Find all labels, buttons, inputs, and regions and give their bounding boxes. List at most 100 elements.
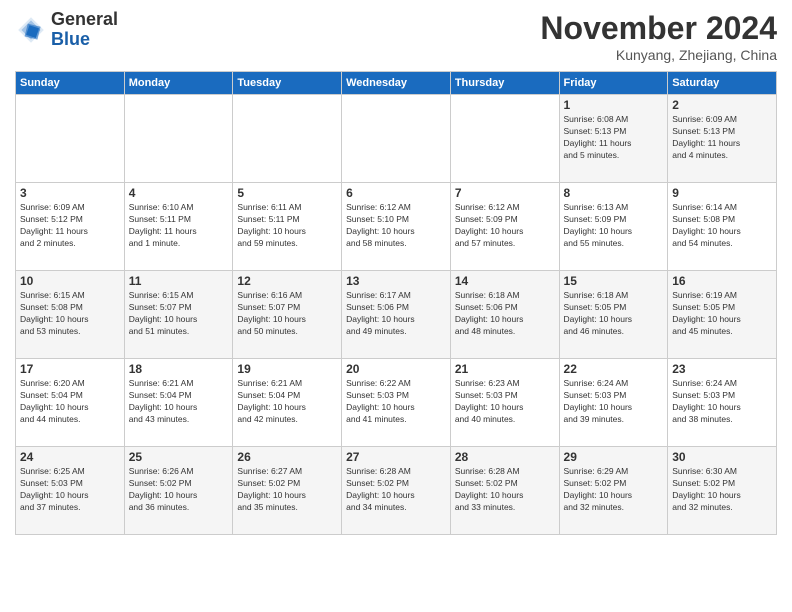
day-number: 10: [20, 274, 120, 288]
day-info: Sunrise: 6:25 AM Sunset: 5:03 PM Dayligh…: [20, 466, 120, 514]
calendar-cell: 24 Sunrise: 6:25 AM Sunset: 5:03 PM Dayli…: [16, 447, 125, 535]
day-info: Sunrise: 6:10 AM Sunset: 5:11 PM Dayligh…: [129, 202, 229, 250]
calendar-week-4: 17Sunrise: 6:20 AM Sunset: 5:04 PM Dayli…: [16, 359, 777, 447]
calendar-cell: 10 Sunrise: 6:15 AM Sunset: 5:08 PM Dayli…: [16, 271, 125, 359]
weekday-header-thursday: Thursday: [450, 72, 559, 95]
logo: General Blue: [15, 10, 118, 50]
day-number: 19: [237, 362, 337, 376]
day-number: 18: [129, 362, 229, 376]
calendar-cell: 25 Sunrise: 6:26 AM Sunset: 5:02 PM Dayli…: [124, 447, 233, 535]
day-number: 23: [672, 362, 772, 376]
day-info: Sunrise: 6:15 AM Sunset: 5:08 PM Dayligh…: [20, 290, 120, 338]
day-info: Sunrise: 6:19 AM Sunset: 5:05 PM Dayligh…: [672, 290, 772, 338]
calendar-cell: 22 Sunrise: 6:24 AM Sunset: 5:03 PM Dayli…: [559, 359, 668, 447]
day-number: 1: [564, 98, 664, 112]
day-info: Sunrise: 6:12 AM Sunset: 5:09 PM Dayligh…: [455, 202, 555, 250]
calendar-cell: [124, 95, 233, 183]
day-info: Sunrise: 6:24 AM Sunset: 5:03 PM Dayligh…: [564, 378, 664, 426]
calendar-cell: 23 Sunrise: 6:24 AM Sunset: 5:03 PM Dayli…: [668, 359, 777, 447]
day-number: 5: [237, 186, 337, 200]
calendar-cell: 17Sunrise: 6:20 AM Sunset: 5:04 PM Dayli…: [16, 359, 125, 447]
weekday-header-row: SundayMondayTuesdayWednesdayThursdayFrid…: [16, 72, 777, 95]
calendar-table: SundayMondayTuesdayWednesdayThursdayFrid…: [15, 71, 777, 535]
location: Kunyang, Zhejiang, China: [540, 47, 777, 63]
day-number: 15: [564, 274, 664, 288]
calendar-cell: 11 Sunrise: 6:15 AM Sunset: 5:07 PM Dayli…: [124, 271, 233, 359]
logo-icon: [15, 14, 47, 46]
day-info: Sunrise: 6:21 AM Sunset: 5:04 PM Dayligh…: [129, 378, 229, 426]
calendar-cell: 3 Sunrise: 6:09 AM Sunset: 5:12 PM Daylig…: [16, 183, 125, 271]
day-info: Sunrise: 6:26 AM Sunset: 5:02 PM Dayligh…: [129, 466, 229, 514]
calendar-cell: 13 Sunrise: 6:17 AM Sunset: 5:06 PM Dayli…: [342, 271, 451, 359]
day-number: 21: [455, 362, 555, 376]
calendar-cell: 27Sunrise: 6:28 AM Sunset: 5:02 PM Dayli…: [342, 447, 451, 535]
day-info: Sunrise: 6:22 AM Sunset: 5:03 PM Dayligh…: [346, 378, 446, 426]
calendar-cell: 6 Sunrise: 6:12 AM Sunset: 5:10 PM Daylig…: [342, 183, 451, 271]
day-info: Sunrise: 6:17 AM Sunset: 5:06 PM Dayligh…: [346, 290, 446, 338]
day-number: 11: [129, 274, 229, 288]
calendar-cell: 2 Sunrise: 6:09 AM Sunset: 5:13 PM Daylig…: [668, 95, 777, 183]
weekday-header-tuesday: Tuesday: [233, 72, 342, 95]
calendar-cell: 18 Sunrise: 6:21 AM Sunset: 5:04 PM Dayli…: [124, 359, 233, 447]
weekday-header-wednesday: Wednesday: [342, 72, 451, 95]
calendar-cell: 9Sunrise: 6:14 AM Sunset: 5:08 PM Daylig…: [668, 183, 777, 271]
calendar-cell: 5 Sunrise: 6:11 AM Sunset: 5:11 PM Daylig…: [233, 183, 342, 271]
day-info: Sunrise: 6:27 AM Sunset: 5:02 PM Dayligh…: [237, 466, 337, 514]
day-info: Sunrise: 6:08 AM Sunset: 5:13 PM Dayligh…: [564, 114, 664, 162]
day-info: Sunrise: 6:28 AM Sunset: 5:02 PM Dayligh…: [346, 466, 446, 514]
calendar-cell: 16Sunrise: 6:19 AM Sunset: 5:05 PM Dayli…: [668, 271, 777, 359]
calendar-cell: 21 Sunrise: 6:23 AM Sunset: 5:03 PM Dayli…: [450, 359, 559, 447]
calendar-cell: [16, 95, 125, 183]
calendar-cell: 15 Sunrise: 6:18 AM Sunset: 5:05 PM Dayli…: [559, 271, 668, 359]
day-info: Sunrise: 6:21 AM Sunset: 5:04 PM Dayligh…: [237, 378, 337, 426]
day-number: 22: [564, 362, 664, 376]
calendar-cell: [342, 95, 451, 183]
day-info: Sunrise: 6:29 AM Sunset: 5:02 PM Dayligh…: [564, 466, 664, 514]
month-title: November 2024: [540, 10, 777, 47]
day-number: 29: [564, 450, 664, 464]
day-info: Sunrise: 6:23 AM Sunset: 5:03 PM Dayligh…: [455, 378, 555, 426]
calendar-week-3: 10 Sunrise: 6:15 AM Sunset: 5:08 PM Dayli…: [16, 271, 777, 359]
calendar-cell: [233, 95, 342, 183]
day-number: 20: [346, 362, 446, 376]
calendar-cell: 12 Sunrise: 6:16 AM Sunset: 5:07 PM Dayli…: [233, 271, 342, 359]
day-info: Sunrise: 6:11 AM Sunset: 5:11 PM Dayligh…: [237, 202, 337, 250]
day-number: 13: [346, 274, 446, 288]
day-number: 25: [129, 450, 229, 464]
calendar-cell: 29 Sunrise: 6:29 AM Sunset: 5:02 PM Dayli…: [559, 447, 668, 535]
logo-blue: Blue: [51, 30, 118, 50]
day-info: Sunrise: 6:09 AM Sunset: 5:13 PM Dayligh…: [672, 114, 772, 162]
day-info: Sunrise: 6:16 AM Sunset: 5:07 PM Dayligh…: [237, 290, 337, 338]
day-info: Sunrise: 6:12 AM Sunset: 5:10 PM Dayligh…: [346, 202, 446, 250]
calendar-cell: 14Sunrise: 6:18 AM Sunset: 5:06 PM Dayli…: [450, 271, 559, 359]
day-number: 12: [237, 274, 337, 288]
day-number: 4: [129, 186, 229, 200]
day-number: 17: [20, 362, 120, 376]
weekday-header-monday: Monday: [124, 72, 233, 95]
calendar-cell: 26 Sunrise: 6:27 AM Sunset: 5:02 PM Dayli…: [233, 447, 342, 535]
calendar-week-5: 24 Sunrise: 6:25 AM Sunset: 5:03 PM Dayli…: [16, 447, 777, 535]
day-info: Sunrise: 6:15 AM Sunset: 5:07 PM Dayligh…: [129, 290, 229, 338]
day-info: Sunrise: 6:18 AM Sunset: 5:05 PM Dayligh…: [564, 290, 664, 338]
day-number: 8: [564, 186, 664, 200]
weekday-header-sunday: Sunday: [16, 72, 125, 95]
day-number: 3: [20, 186, 120, 200]
day-number: 2: [672, 98, 772, 112]
calendar-cell: [450, 95, 559, 183]
day-number: 24: [20, 450, 120, 464]
day-number: 28: [455, 450, 555, 464]
day-info: Sunrise: 6:09 AM Sunset: 5:12 PM Dayligh…: [20, 202, 120, 250]
calendar-cell: 7Sunrise: 6:12 AM Sunset: 5:09 PM Daylig…: [450, 183, 559, 271]
day-number: 26: [237, 450, 337, 464]
day-number: 30: [672, 450, 772, 464]
calendar-cell: 8 Sunrise: 6:13 AM Sunset: 5:09 PM Daylig…: [559, 183, 668, 271]
day-number: 9: [672, 186, 772, 200]
day-info: Sunrise: 6:13 AM Sunset: 5:09 PM Dayligh…: [564, 202, 664, 250]
day-info: Sunrise: 6:24 AM Sunset: 5:03 PM Dayligh…: [672, 378, 772, 426]
logo-text: General Blue: [51, 10, 118, 50]
day-info: Sunrise: 6:18 AM Sunset: 5:06 PM Dayligh…: [455, 290, 555, 338]
title-block: November 2024 Kunyang, Zhejiang, China: [540, 10, 777, 63]
day-number: 6: [346, 186, 446, 200]
weekday-header-saturday: Saturday: [668, 72, 777, 95]
logo-general: General: [51, 10, 118, 30]
